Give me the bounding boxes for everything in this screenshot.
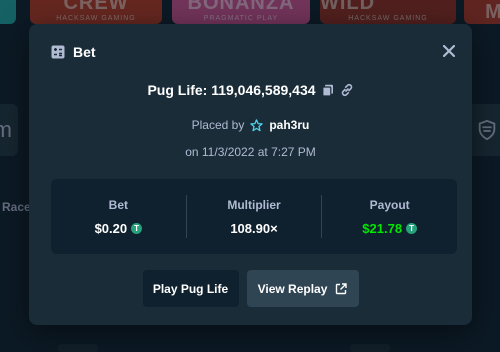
- play-game-button[interactable]: Play Pug Life: [142, 270, 239, 307]
- stat-bet: Bet $0.20 T: [51, 179, 186, 254]
- placed-by-line: Placed by pah3ru: [29, 118, 472, 132]
- modal-actions: Play Pug Life View Replay: [29, 270, 472, 307]
- vip-star-icon: [250, 118, 264, 131]
- modal-header: Bet: [51, 44, 96, 60]
- modal-title: Bet: [73, 44, 96, 60]
- stat-multiplier: Multiplier 108.90×: [187, 179, 322, 254]
- external-link-icon: [336, 282, 348, 294]
- play-game-label: Play Pug Life: [152, 281, 229, 296]
- tether-coin-icon: T: [406, 222, 418, 234]
- stat-payout: Payout $21.78 T: [322, 179, 457, 254]
- bet-date: on 11/3/2022 at 7:27 PM: [185, 145, 316, 159]
- close-icon[interactable]: [440, 42, 458, 60]
- bet-modal: Bet Pug Life: 119,046,589,434 Placed by …: [29, 24, 472, 325]
- game-bet-id: Pug Life: 119,046,589,434: [147, 82, 316, 98]
- view-replay-label: View Replay: [257, 281, 328, 296]
- copy-icon[interactable]: [321, 84, 334, 97]
- stat-payout-value: $21.78 T: [362, 220, 418, 236]
- bet-id-line: Pug Life: 119,046,589,434: [29, 82, 472, 98]
- tether-coin-icon: T: [131, 222, 143, 234]
- placed-by-label: Placed by: [191, 118, 245, 132]
- username-link[interactable]: pah3ru: [269, 118, 309, 132]
- stat-payout-label: Payout: [369, 197, 410, 212]
- bet-stats-panel: Bet $0.20 T Multiplier 108.90× Payout $2…: [51, 179, 457, 254]
- stat-multiplier-label: Multiplier: [227, 197, 281, 212]
- stat-bet-label: Bet: [108, 197, 128, 212]
- payout-amount: $21.78: [362, 220, 403, 236]
- bet-slip-icon: [51, 45, 65, 59]
- stat-bet-value: $0.20 T: [95, 221, 143, 236]
- bet-amount: $0.20: [94, 220, 128, 236]
- view-replay-button[interactable]: View Replay: [246, 270, 359, 307]
- stat-multiplier-value: 108.90×: [230, 220, 278, 236]
- link-icon[interactable]: [340, 83, 354, 97]
